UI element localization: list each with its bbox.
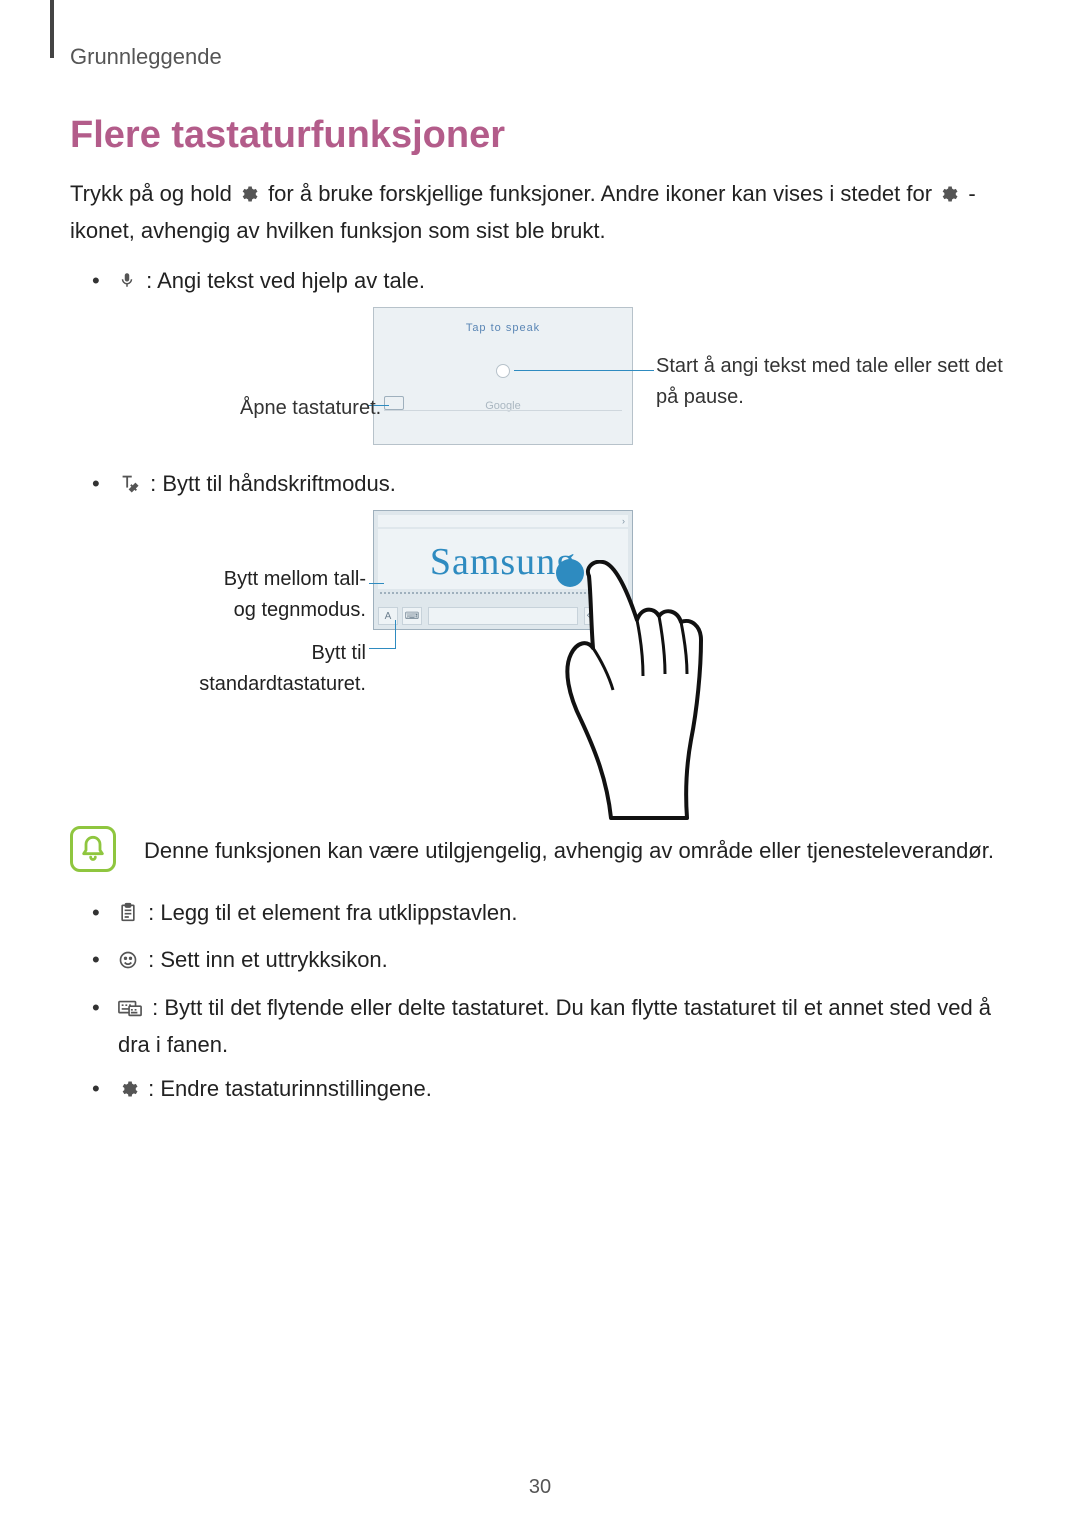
emoji-icon bbox=[118, 946, 138, 980]
intro-paragraph: Trykk på og hold for å bruke forskjellig… bbox=[70, 177, 1010, 248]
header-mark bbox=[50, 0, 54, 58]
finger-illustration bbox=[541, 560, 741, 810]
provider-label: Google bbox=[374, 398, 632, 415]
note-box: Denne funksjonen kan være utilgjengelig,… bbox=[70, 826, 1010, 872]
voice-screenshot: Tap to speak Google bbox=[373, 307, 633, 445]
gear-icon bbox=[118, 1075, 138, 1109]
list-item-voice: : Angi tekst ved hjelp av tale. Tap to s… bbox=[92, 264, 1010, 457]
intro-b: for å bruke forskjellige funksjoner. And… bbox=[268, 181, 938, 206]
hw-toprow: › bbox=[378, 515, 628, 527]
note-bell-icon bbox=[70, 826, 116, 872]
callout-line bbox=[514, 370, 654, 371]
list-item-settings: : Endre tastaturinnstillingene. bbox=[92, 1072, 1010, 1109]
record-dot-icon bbox=[496, 364, 510, 378]
tap-to-speak-label: Tap to speak bbox=[374, 320, 632, 337]
gear-icon bbox=[938, 180, 958, 214]
keyboard-icon: ⌨ bbox=[402, 607, 422, 625]
item-text-settings: : Endre tastaturinnstillingene. bbox=[148, 1076, 432, 1101]
page-title: Flere tastaturfunksjoner bbox=[70, 114, 1010, 157]
clipboard-icon bbox=[118, 899, 138, 933]
intro-a: Trykk på og hold bbox=[70, 181, 238, 206]
callout-start-pause: Start å angi tekst med tale eller sett d… bbox=[656, 351, 1010, 413]
item-text-voice: : Angi tekst ved hjelp av tale. bbox=[146, 268, 425, 293]
mic-icon bbox=[118, 267, 136, 301]
list-item-clipboard: : Legg til et element fra utklippstavlen… bbox=[92, 896, 1010, 933]
chevron-right-icon: › bbox=[622, 515, 625, 529]
list-item-floating: : Bytt til det flytende eller delte tast… bbox=[92, 991, 1010, 1062]
separator bbox=[384, 410, 622, 411]
list-item-handwriting: : Bytt til håndskriftmodus. › Samsung A … bbox=[92, 467, 1010, 810]
callout-line bbox=[395, 620, 396, 648]
list-item-emoji: : Sett inn et uttrykksikon. bbox=[92, 943, 1010, 980]
page-number: 30 bbox=[0, 1476, 1080, 1499]
callout-open-keyboard: Åpne tastaturet. bbox=[240, 393, 381, 424]
item-text-floating: : Bytt til det flytende eller delte tast… bbox=[118, 995, 991, 1057]
breadcrumb: Grunnleggende bbox=[70, 44, 1010, 70]
figure-voice-input: Tap to speak Google Åpne tastaturet. Sta… bbox=[118, 307, 1010, 457]
callout-line bbox=[369, 583, 384, 584]
floating-keyboard-icon bbox=[118, 994, 142, 1028]
callout-line bbox=[369, 648, 396, 649]
item-text-emoji: : Sett inn et uttrykksikon. bbox=[148, 947, 388, 972]
item-text-clipboard: : Legg til et element fra utklippstavlen… bbox=[148, 900, 517, 925]
figure-handwriting: › Samsung A ⌨ ⌫ ↵ Bytt mellom tal bbox=[118, 510, 1010, 810]
note-text: Denne funksjonen kan være utilgjengelig,… bbox=[144, 826, 994, 867]
callout-toggle-mode: Bytt mellom tall- og tegnmodus. bbox=[206, 564, 366, 626]
callout-standard-keyboard: Bytt til standardtastaturet. bbox=[168, 638, 366, 700]
handwriting-icon bbox=[118, 470, 140, 504]
gear-icon bbox=[238, 180, 258, 214]
item-text-handwriting: : Bytt til håndskriftmodus. bbox=[150, 471, 396, 496]
